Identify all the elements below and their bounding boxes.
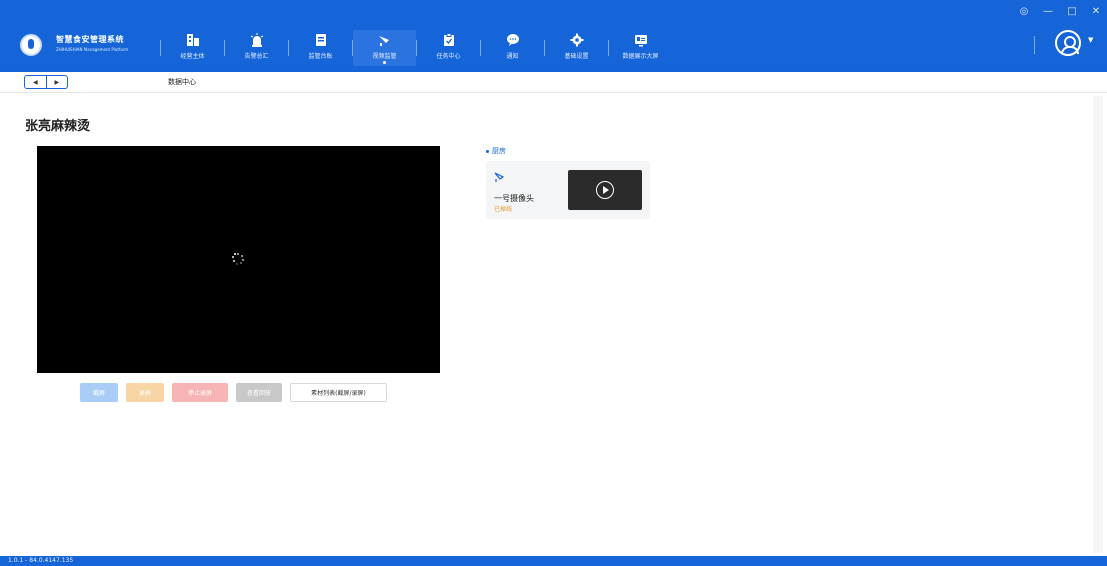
video-player[interactable] (37, 146, 440, 373)
nav-label: 视频监管 (372, 53, 397, 60)
screenshot-button[interactable]: 截屏 (80, 383, 118, 402)
scrollbar[interactable] (1093, 96, 1103, 553)
nav-label: 数据展示大屏 (622, 53, 659, 60)
status-bar: 1.0.1 - 84.0.4147.135 (0, 556, 1107, 566)
video-controls: 截屏 录屏 停止录屏 查看回放 素材列表(截屏/录屏) (80, 383, 387, 402)
brand-title: 智慧食安管理系统 (56, 35, 124, 44)
camera-name: 一号摄像头 (494, 194, 534, 203)
nav-item-alarms[interactable]: 告警总汇 (225, 30, 288, 66)
nav-item-tasks[interactable]: 任务中心 (417, 30, 480, 66)
camera-icon (378, 36, 389, 46)
brand-subtitle: ZHIHUISHIAN Management Platform (56, 47, 129, 52)
display-icon (634, 35, 647, 47)
page-title: 张亮麻辣烫 (25, 119, 91, 134)
close-icon[interactable]: ✕ (1089, 6, 1103, 18)
alarm-icon (250, 33, 263, 47)
main-content: 张亮麻辣烫 截屏 录屏 停止录屏 查看回放 素材列表(截屏/录屏) 厨房 一号摄… (0, 93, 1107, 556)
back-button[interactable]: ◀ (25, 76, 46, 88)
building-icon (186, 34, 199, 46)
user-avatar-icon[interactable] (1055, 30, 1081, 56)
version-text: 1.0.1 - 84.0.4147.135 (8, 557, 74, 564)
playback-button[interactable]: 查看回放 (236, 383, 282, 402)
user-menu-caret-icon[interactable]: ▼ (1088, 36, 1093, 44)
camera-icon (494, 172, 505, 182)
record-button[interactable]: 录屏 (126, 383, 164, 402)
history-nav: ◀ ▶ (24, 75, 68, 89)
nav-item-dashboard[interactable]: 数据展示大屏 (609, 30, 672, 66)
chat-icon (506, 34, 519, 46)
clipboard-icon (443, 33, 454, 46)
camera-preview[interactable] (568, 170, 642, 210)
nav-label: 告警总汇 (244, 53, 269, 60)
nav-label: 监管台账 (308, 53, 333, 60)
user-divider (1034, 36, 1035, 54)
nav-item-video[interactable]: 视频监管 (353, 30, 416, 66)
bullet-dot (486, 149, 489, 153)
nav-item-settings[interactable]: 基础设置 (545, 30, 608, 66)
top-bar: ◎ — □ ✕ 智慧食安管理系统 ZHIHUISHIAN Management … (0, 0, 1107, 72)
group-name: 厨房 (492, 147, 506, 155)
gear-icon (570, 33, 583, 47)
tab-data-center[interactable]: 数据中心 (168, 77, 196, 87)
window-controls: ◎ — □ ✕ (1017, 6, 1103, 18)
camera-status: 已掉线 (494, 206, 513, 213)
materials-list-button[interactable]: 素材列表(截屏/录屏) (290, 383, 387, 402)
camera-card[interactable]: 一号摄像头 已掉线 (486, 161, 650, 219)
nav-item-ledger[interactable]: 监管台账 (289, 30, 352, 66)
tab-strip: ◀ ▶ 数据中心 (0, 72, 1107, 93)
forward-button[interactable]: ▶ (45, 76, 68, 88)
minimize-icon[interactable]: — (1041, 6, 1055, 18)
logo-icon (20, 34, 42, 56)
camera-group-label: 厨房 (486, 146, 506, 156)
play-icon[interactable] (596, 181, 614, 199)
settings-icon[interactable]: ◎ (1017, 6, 1031, 18)
nav-item-notify[interactable]: 通知 (481, 30, 544, 66)
maximize-icon[interactable]: □ (1065, 6, 1079, 18)
nav-label: 经营主体 (180, 53, 205, 60)
brand: 智慧食安管理系统 ZHIHUISHIAN Management Platform (20, 34, 128, 56)
main-nav: 经营主体 告警总汇 监管台账 视频监管 任务中心 通知 基础设置 数据展示大屏 (160, 30, 672, 66)
nav-label: 基础设置 (564, 53, 589, 60)
loading-spinner-icon (232, 253, 244, 265)
nav-label: 任务中心 (436, 53, 461, 60)
stop-record-button[interactable]: 停止录屏 (172, 383, 228, 402)
nav-label: 通知 (506, 53, 519, 60)
nav-item-business[interactable]: 经营主体 (161, 30, 224, 66)
ledger-icon (315, 34, 326, 46)
